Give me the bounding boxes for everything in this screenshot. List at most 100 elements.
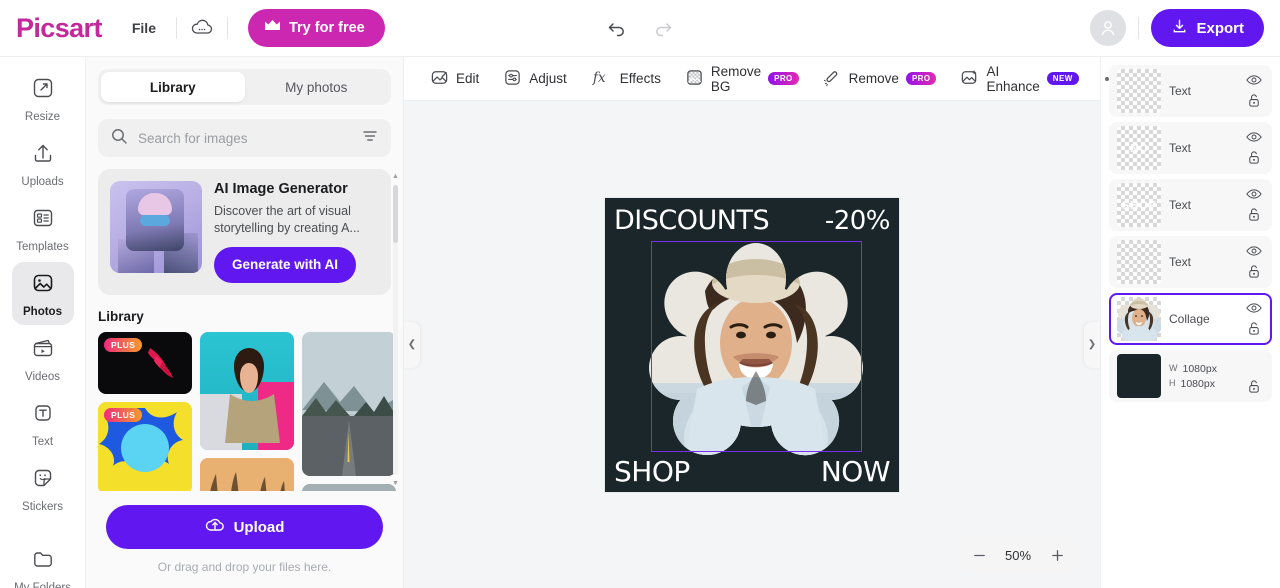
canvas-text-shop[interactable]: SHOP (614, 455, 690, 488)
lock-open-icon[interactable] (1247, 321, 1261, 336)
picsart-logo[interactable]: Picsart (16, 13, 102, 44)
fx-icon: fx (591, 68, 613, 90)
eye-visible-icon[interactable] (1246, 245, 1262, 257)
zoom-out-button[interactable] (964, 540, 994, 570)
zoom-in-button[interactable] (1042, 540, 1072, 570)
library-thumb[interactable] (200, 331, 294, 450)
try-for-free-button[interactable]: Try for free (247, 9, 385, 47)
edit-image-icon (430, 68, 449, 90)
sidebar-item-stickers[interactable]: Stickers (12, 457, 74, 520)
eye-visible-icon[interactable] (1246, 74, 1262, 86)
library-thumb[interactable] (200, 457, 294, 491)
design-canvas[interactable]: DISCOUNTS -20% SHOP NOW (605, 197, 899, 492)
scroll-up-icon[interactable]: ▲ (392, 173, 399, 180)
library-thumb[interactable] (302, 483, 396, 491)
layer-row-collage[interactable]: Collage (1109, 293, 1272, 345)
pro-badge: PRO (905, 71, 937, 86)
layer-thumbnail (1117, 69, 1161, 113)
sidebar-item-label: My Folders (14, 582, 71, 588)
sidebar-item-templates[interactable]: Templates (12, 197, 74, 260)
sidebar-item-my-folders[interactable]: My Folders (12, 538, 74, 588)
avatar[interactable] (1090, 10, 1127, 46)
zoom-level-value[interactable]: 50% (996, 548, 1040, 563)
eye-visible-icon[interactable] (1246, 131, 1262, 143)
collapse-layers-panel-button[interactable]: ❯ (1084, 321, 1100, 368)
tool-label: Adjust (529, 71, 567, 86)
width-value: 1080px (1182, 362, 1217, 375)
eye-visible-icon[interactable] (1246, 188, 1262, 200)
tool-adjust[interactable]: Adjust (493, 63, 577, 95)
file-menu[interactable]: File (124, 16, 164, 40)
tab-my-photos[interactable]: My photos (245, 72, 389, 102)
tool-remove-bg[interactable]: Remove BG PRO (675, 63, 809, 95)
tab-library[interactable]: Library (101, 72, 245, 102)
layer-row-text-3[interactable]: SHOP Text (1109, 179, 1272, 231)
download-icon (1171, 18, 1188, 39)
photo-icon (30, 270, 56, 301)
ai-card-description: Discover the art of visual storytelling … (214, 204, 360, 235)
tool-ai-enhance[interactable]: AI Enhance NEW (950, 63, 1088, 95)
layer-row-text-4[interactable]: Text (1109, 236, 1272, 288)
upload-zone: Upload Or drag and drop your files here. (86, 491, 403, 588)
layer-thumbnail (1117, 297, 1161, 341)
layer-row-text-2[interactable]: NO Text (1109, 122, 1272, 174)
undo-arrow-icon[interactable] (605, 16, 629, 40)
tool-edit[interactable]: Edit (420, 63, 489, 95)
top-bar-right: Export (1090, 9, 1264, 47)
library-scrollbar[interactable]: ▲ ▼ (391, 173, 400, 487)
sidebar-item-label: Stickers (22, 501, 63, 513)
sidebar-item-label: Videos (25, 371, 60, 383)
library-thumb[interactable]: PLUS (98, 401, 192, 491)
canvas-dimensions: W 1080px H 1080px (1169, 363, 1236, 390)
sidebar-item-uploads[interactable]: Uploads (12, 132, 74, 195)
lock-open-icon[interactable] (1247, 379, 1261, 394)
library-thumb[interactable] (302, 331, 396, 476)
lock-open-icon[interactable] (1247, 150, 1261, 165)
library-thumb[interactable]: PLUS (98, 331, 192, 394)
lock-open-icon[interactable] (1247, 207, 1261, 222)
resize-icon (30, 75, 56, 106)
upload-button[interactable]: Upload (106, 505, 383, 549)
sidebar-item-photos[interactable]: Photos (11, 262, 74, 325)
sidebar-item-label: Templates (16, 241, 69, 253)
plus-badge: PLUS (104, 407, 143, 422)
collapse-library-panel-button[interactable]: ❮ (404, 321, 420, 368)
try-for-free-label: Try for free (288, 20, 365, 36)
eye-visible-icon[interactable] (1246, 302, 1262, 314)
upload-hint: Or drag and drop your files here. (157, 560, 332, 574)
filter-icon[interactable] (361, 127, 379, 150)
canvas-stage[interactable]: ❮ DISCOUNTS -20% SHOP NOW ❯ 50% (404, 101, 1100, 588)
canvas-text-percent[interactable]: -20% (825, 206, 891, 236)
layer-row-canvas-size[interactable]: W 1080px H 1080px (1109, 350, 1272, 402)
export-button[interactable]: Export (1151, 9, 1264, 47)
scrollbar-thumb[interactable] (393, 185, 398, 243)
tool-label: Remove BG (710, 63, 762, 94)
canvas-text-discounts[interactable]: DISCOUNTS (614, 205, 770, 236)
folder-icon (30, 546, 56, 577)
ai-image-generator-card[interactable]: AI Image Generator Discover the art of v… (98, 169, 391, 295)
layer-name: Collage (1169, 312, 1210, 326)
export-label: Export (1196, 19, 1244, 37)
lock-open-icon[interactable] (1247, 93, 1261, 108)
tool-remove[interactable]: Remove PRO (813, 63, 947, 95)
canvas-text-now[interactable]: NOW (821, 455, 891, 488)
redo-arrow-icon[interactable] (651, 16, 675, 40)
generate-with-ai-button[interactable]: Generate with AI (214, 246, 357, 283)
editor-body: Resize Uploads Templates Photos Videos T… (0, 57, 1280, 588)
new-badge: NEW (1046, 71, 1079, 86)
ai-card-title: AI Image Generator (214, 181, 348, 197)
adjust-sliders-icon (503, 68, 522, 90)
lock-open-icon[interactable] (1247, 264, 1261, 279)
cloud-icon[interactable] (189, 15, 215, 41)
layer-row-text-1[interactable]: Text (1109, 65, 1272, 117)
sidebar-item-resize[interactable]: Resize (12, 67, 74, 130)
scroll-down-icon[interactable]: ▼ (392, 480, 399, 487)
sidebar-item-videos[interactable]: Videos (12, 327, 74, 390)
selection-bounding-box[interactable] (651, 240, 862, 452)
sidebar-item-text[interactable]: Text (12, 392, 74, 455)
upload-cloud-icon (205, 516, 225, 538)
layer-name: Text (1169, 198, 1192, 212)
search-input[interactable] (138, 130, 351, 146)
tool-effects[interactable]: fx Effects (581, 63, 671, 95)
sidebar-item-label: Resize (24, 111, 61, 123)
